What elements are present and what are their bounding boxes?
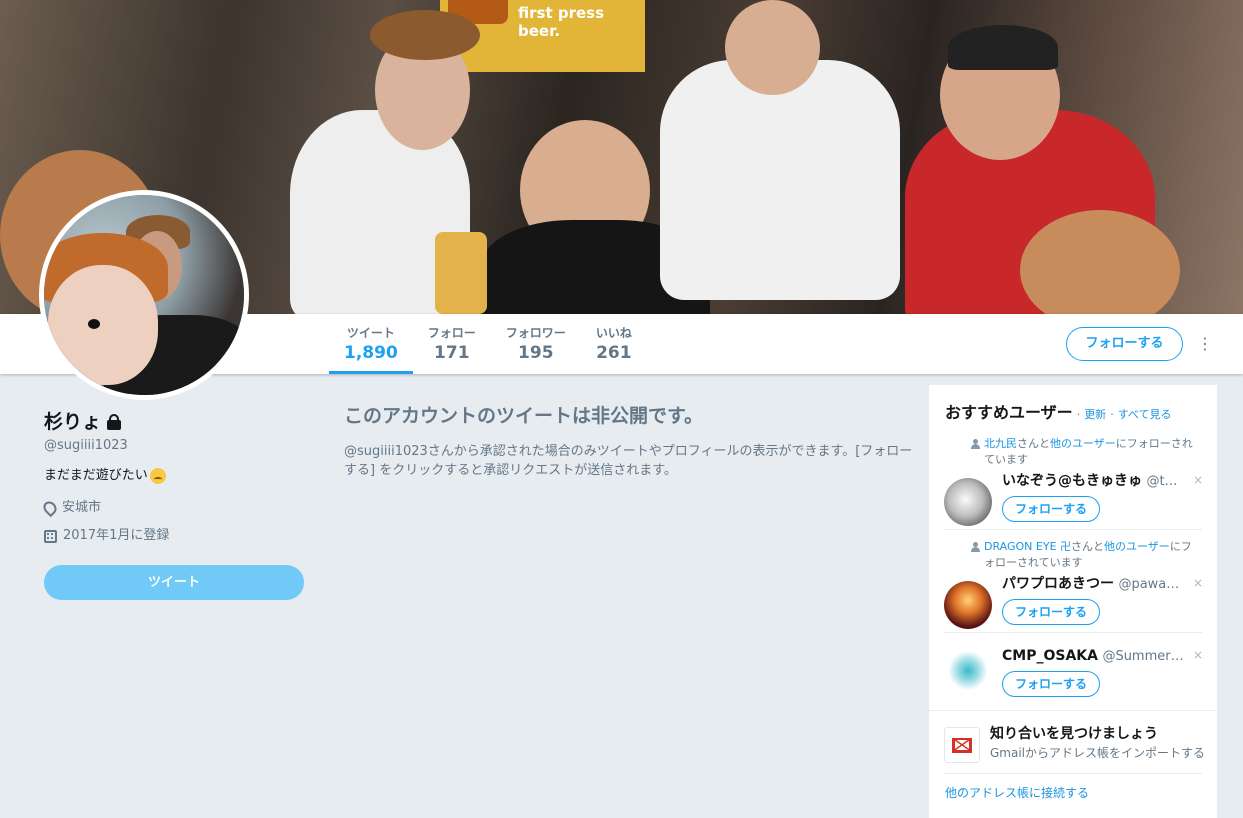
dismiss-icon[interactable]: × [1193, 473, 1203, 487]
calendar-icon [44, 529, 57, 543]
follow-user-button[interactable]: フォローする [1002, 671, 1100, 697]
follow-button[interactable]: フォローする [1066, 327, 1183, 361]
profile-joined: 2017年1月に登録 [44, 526, 304, 546]
user-avatar[interactable] [944, 649, 992, 697]
refresh-link[interactable]: 更新 [1084, 406, 1106, 422]
user-name[interactable]: パワプロあきつー @pawa… [1002, 575, 1192, 594]
who-to-follow-title: おすすめユーザー [945, 403, 1073, 422]
social-context: 北九民さんと他のユーザーにフォローされています [944, 436, 1202, 468]
divider [944, 529, 1202, 530]
stat-value: 1,890 [344, 343, 398, 363]
profile-avatar[interactable] [39, 190, 249, 400]
stat-label: ツイート [346, 326, 395, 340]
gmail-import[interactable]: 知り合いを見つけましょう Gmailからアドレス帳をインポートする [944, 725, 1206, 765]
profile-name-text[interactable]: 杉りょ [44, 408, 101, 436]
profile-location: 安城市 [40, 498, 304, 518]
context-user-link[interactable]: DRAGON EYE 卍 [984, 540, 1071, 553]
find-friends-title[interactable]: 知り合いを見つけましょう [990, 725, 1158, 743]
profile-stats: ツイート 1,890 フォロー 171 フォロワー 195 いいね 261 [329, 314, 647, 374]
profile-card: 杉りょ @sugiiii1023 まだまだ遊びたい 安城市 2017年1月に登録… [40, 408, 304, 600]
user-avatar[interactable] [944, 581, 992, 629]
who-to-follow-header: おすすめユーザー · 更新 · すべて見る [945, 399, 1171, 423]
more-options-icon[interactable]: ⋮ [1196, 334, 1214, 354]
context-others-link[interactable]: 他のユーザー [1104, 540, 1170, 553]
user-name[interactable]: いなぞう@もきゅきゅ @t… [1002, 472, 1192, 491]
joined-text: 2017年1月に登録 [63, 528, 170, 543]
tweet-button[interactable]: ツイート [44, 565, 304, 600]
person-icon [971, 542, 980, 552]
user-name[interactable]: CMP_OSAKA @Summer… [1002, 647, 1192, 666]
bio-text: まだまだ遊びたい [44, 468, 148, 483]
gmail-icon [944, 727, 980, 763]
protected-tweets-notice: このアカウントのツイートは非公開です。 @sugiiii1023さんから承認され… [344, 402, 920, 480]
lock-icon [107, 414, 122, 430]
social-context: DRAGON EYE 卍さんと他のユーザーにフォローされています [944, 539, 1202, 571]
stat-value: 261 [596, 343, 632, 363]
context-user-link[interactable]: 北九民 [984, 437, 1017, 450]
stat-tweets[interactable]: ツイート 1,890 [329, 314, 413, 374]
user-avatar[interactable] [944, 478, 992, 526]
stat-value: 195 [518, 343, 554, 363]
context-others-link[interactable]: 他のユーザー [1050, 437, 1116, 450]
follow-user-button[interactable]: フォローする [1002, 496, 1100, 522]
location-pin-icon [40, 498, 60, 518]
stat-label: フォロワー [505, 326, 566, 340]
follow-user-button[interactable]: フォローする [1002, 599, 1100, 625]
separator-dot: · [1110, 408, 1114, 421]
crying-face-icon [149, 468, 166, 484]
stat-label: いいね [595, 326, 632, 340]
divider [944, 773, 1202, 774]
suggested-user: CMP_OSAKA @Summer… × フォローする [944, 647, 1203, 705]
divider [944, 632, 1202, 633]
person-icon [971, 439, 980, 449]
location-text: 安城市 [62, 500, 102, 515]
connect-other-address-books-link[interactable]: 他のアドレス帳に接続する [945, 785, 1089, 801]
stat-followers[interactable]: フォロワー 195 [491, 314, 581, 374]
profile-bio: まだまだ遊びたい [44, 466, 304, 486]
who-to-follow-module: おすすめユーザー · 更新 · すべて見る 北九民さんと他のユーザーにフォローさ… [929, 385, 1217, 818]
protected-message: @sugiiii1023さんから承認された場合のみツイートやプロフィールの表示が… [344, 444, 913, 478]
gmail-import-subtitle: Gmailからアドレス帳をインポートする [990, 746, 1206, 760]
dismiss-icon[interactable]: × [1193, 576, 1203, 590]
stat-label: フォロー [427, 326, 476, 340]
suggested-user: 北九民さんと他のユーザーにフォローされています いなぞう@もきゅきゅ @t… ×… [944, 436, 1203, 530]
profile-name[interactable]: 杉りょ [44, 408, 304, 436]
protected-title: このアカウントのツイートは非公開です。 [344, 405, 704, 427]
dismiss-icon[interactable]: × [1193, 648, 1203, 662]
stat-following[interactable]: フォロー 171 [413, 314, 491, 374]
separator-dot: · [1076, 408, 1081, 421]
stat-likes[interactable]: いいね 261 [581, 314, 647, 374]
suggested-user: DRAGON EYE 卍さんと他のユーザーにフォローされています パワプロあきつ… [944, 539, 1203, 633]
stat-value: 171 [434, 343, 470, 363]
profile-handle[interactable]: @sugiiii1023 [44, 436, 304, 456]
view-all-link[interactable]: すべて見る [1118, 406, 1172, 422]
divider [929, 710, 1217, 711]
